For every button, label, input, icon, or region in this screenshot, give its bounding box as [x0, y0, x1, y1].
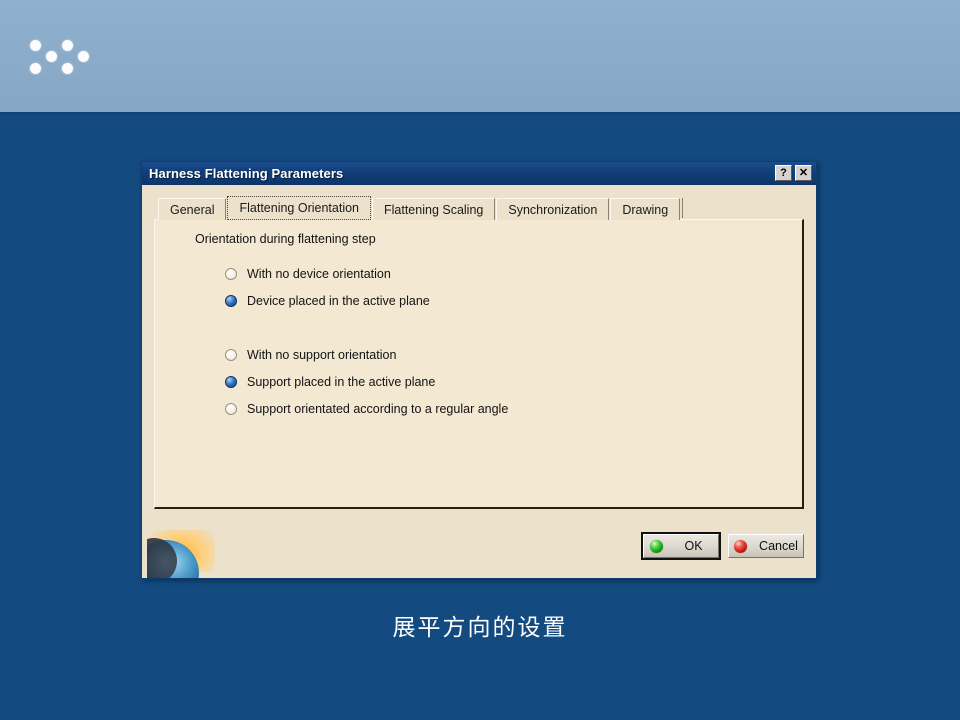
dialog-body: General Flattening Orientation Flattenin… — [142, 185, 816, 578]
dot-icon — [62, 40, 73, 51]
dot-icon — [46, 51, 57, 62]
radio-label: With no support orientation — [247, 347, 397, 362]
dot-icon — [30, 63, 41, 74]
radio-label: Support orientated according to a regula… — [247, 401, 509, 416]
radio-button-icon[interactable] — [225, 348, 237, 361]
radio-label: With no device orientation — [247, 266, 391, 281]
radio-row-no-device-orientation[interactable]: With no device orientation — [225, 260, 788, 287]
cancel-button[interactable]: Cancel — [728, 534, 804, 558]
tab-strip: General Flattening Orientation Flattenin… — [158, 196, 804, 220]
tab-general[interactable]: General — [158, 198, 227, 220]
radio-label: Support placed in the active plane — [247, 374, 436, 389]
decorative-dots — [28, 36, 90, 80]
planet-graphic-artifact — [147, 530, 219, 578]
radio-row-device-active-plane[interactable]: Device placed in the active plane — [225, 287, 788, 314]
tab-drawing[interactable]: Drawing — [610, 198, 681, 220]
radio-row-support-regular-angle[interactable]: Support orientated according to a regula… — [225, 395, 788, 422]
header-band — [0, 0, 960, 112]
dot-icon — [30, 40, 41, 51]
radio-label: Device placed in the active plane — [247, 293, 430, 308]
planet-shadow — [147, 538, 177, 578]
titlebar-button-group: ? ✕ — [775, 165, 812, 181]
ok-button-label: OK — [684, 539, 703, 553]
radio-button-icon[interactable] — [225, 402, 237, 415]
harness-flattening-parameters-dialog: Harness Flattening Parameters ? ✕ Genera… — [141, 161, 817, 579]
cancel-button-label: Cancel — [759, 539, 798, 553]
green-sphere-icon — [650, 539, 663, 553]
tab-panel-flattening-orientation: Orientation during flattening step With … — [154, 219, 804, 509]
red-sphere-icon — [734, 539, 748, 553]
ok-button[interactable]: OK — [641, 532, 721, 560]
radio-button-selected-icon[interactable] — [225, 294, 237, 307]
radio-row-no-support-orientation[interactable]: With no support orientation — [225, 341, 788, 368]
dialog-title: Harness Flattening Parameters — [149, 166, 344, 181]
slide-canvas: Harness Flattening Parameters ? ✕ Genera… — [0, 0, 960, 720]
dialog-button-bar: OK Cancel — [641, 532, 804, 560]
tab-synchronization[interactable]: Synchronization — [496, 198, 610, 220]
radio-button-icon[interactable] — [225, 267, 237, 280]
planet-icon — [147, 540, 199, 578]
tab-flattening-orientation[interactable]: Flattening Orientation — [227, 196, 371, 220]
orientation-radio-group: With no device orientation Device placed… — [225, 260, 788, 422]
radio-row-support-active-plane[interactable]: Support placed in the active plane — [225, 368, 788, 395]
dot-icon — [62, 63, 73, 74]
help-icon[interactable]: ? — [775, 165, 792, 181]
tab-strip-end-divider — [682, 198, 684, 218]
dot-icon — [78, 51, 89, 62]
sun-glow-icon — [147, 530, 215, 572]
tab-flattening-scaling[interactable]: Flattening Scaling — [372, 198, 496, 220]
group-label-orientation: Orientation during flattening step — [195, 232, 376, 246]
header-band-shadow — [0, 112, 960, 115]
close-icon[interactable]: ✕ — [795, 165, 812, 181]
radio-button-selected-icon[interactable] — [225, 375, 237, 388]
dialog-titlebar[interactable]: Harness Flattening Parameters ? ✕ — [142, 162, 816, 185]
slide-caption: 展平方向的设置 — [392, 615, 568, 641]
